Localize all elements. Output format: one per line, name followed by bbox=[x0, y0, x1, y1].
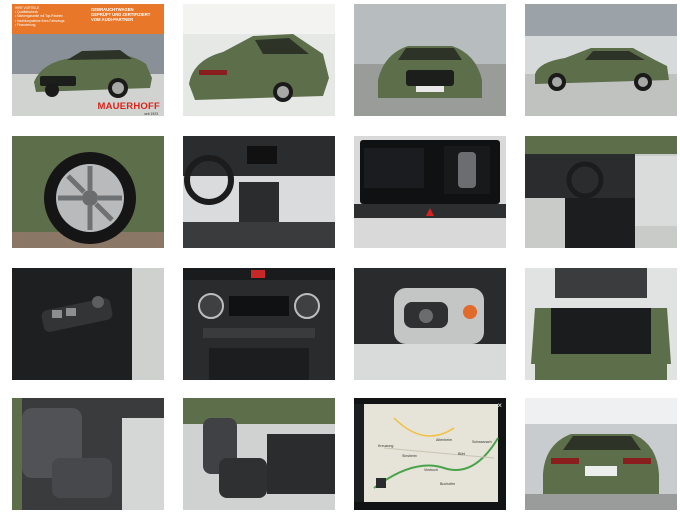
photo-rear-left[interactable] bbox=[183, 4, 335, 116]
photo-cockpit[interactable] bbox=[183, 136, 335, 248]
photo-interior-driver[interactable] bbox=[525, 136, 677, 248]
rear-seats-illustration bbox=[12, 398, 164, 510]
climate-controls-illustration bbox=[183, 268, 335, 380]
image-gallery: IHRE VORTEILE • Qualitätscheck • Markeng… bbox=[0, 0, 680, 512]
photo-climate-controls[interactable] bbox=[183, 268, 335, 380]
light-switch-illustration bbox=[354, 268, 506, 380]
photo-front-left-hero[interactable]: IHRE VORTEILE • Qualitätscheck • Markeng… bbox=[12, 4, 164, 116]
promo-line: VOM AUDI-PARTNER bbox=[91, 17, 134, 22]
car-rear-illustration bbox=[183, 4, 335, 116]
navigation-map-illustration bbox=[354, 398, 506, 510]
promo-line: • Finanzierung bbox=[15, 22, 36, 27]
wheel-illustration bbox=[12, 136, 164, 248]
car-front-illustration bbox=[354, 4, 506, 116]
close-icon[interactable]: × bbox=[497, 401, 502, 410]
photo-rear[interactable] bbox=[525, 398, 677, 510]
photo-wheel[interactable] bbox=[12, 136, 164, 248]
dealer-logo: MAUERHOFF bbox=[97, 101, 160, 112]
interior-driver-illustration bbox=[525, 136, 677, 248]
dealer-logo-sub: seit 1923 bbox=[144, 112, 158, 116]
photo-front-seats[interactable] bbox=[183, 398, 335, 510]
car-rear-view-illustration bbox=[525, 398, 677, 510]
photo-navigation-screen[interactable]: × Kreuzung Sinsheim Altenheim Bühl Vimbu… bbox=[354, 398, 506, 510]
front-seats-illustration bbox=[183, 398, 335, 510]
photo-trunk[interactable] bbox=[525, 268, 677, 380]
photo-light-switch[interactable] bbox=[354, 268, 506, 380]
photo-side-right[interactable] bbox=[525, 4, 677, 116]
promo-certified-text: GEBRAUCHTWAGEN GEPRÜFT UND ZERTIFIZIERT … bbox=[88, 4, 164, 34]
door-controls-illustration bbox=[12, 268, 164, 380]
map-place-label: Buchofen bbox=[440, 482, 456, 486]
map-place-label: Sinsheim bbox=[402, 454, 417, 458]
photo-rear-seats[interactable] bbox=[12, 398, 164, 510]
map-place-label: Altenheim bbox=[436, 438, 452, 442]
promo-benefits-list: IHRE VORTEILE • Qualitätscheck • Markeng… bbox=[12, 4, 88, 34]
map-place-label: Schwarzach bbox=[472, 440, 492, 444]
map-place-label: Vimbuch bbox=[424, 468, 438, 472]
car-side-illustration bbox=[525, 4, 677, 116]
map-place-label: Kreuzung bbox=[378, 444, 394, 448]
promo-banner: IHRE VORTEILE • Qualitätscheck • Markeng… bbox=[12, 4, 164, 34]
photo-front[interactable] bbox=[354, 4, 506, 116]
cockpit-illustration bbox=[183, 136, 335, 248]
photo-door-controls[interactable] bbox=[12, 268, 164, 380]
map-place-label: Bühl bbox=[458, 452, 466, 456]
photo-infotainment[interactable] bbox=[354, 136, 506, 248]
infotainment-illustration bbox=[354, 136, 506, 248]
trunk-illustration bbox=[525, 268, 677, 380]
